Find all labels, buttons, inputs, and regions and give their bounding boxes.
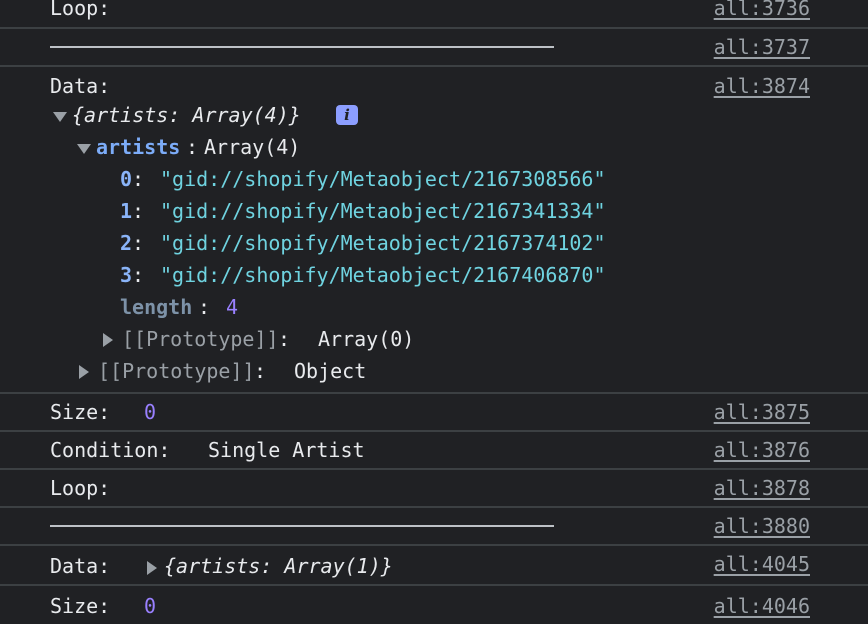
source-link[interactable]: all:3880 xyxy=(714,514,810,538)
log-row-separator: all:3737 xyxy=(0,29,868,67)
log-value: Single Artist xyxy=(208,438,365,462)
log-value: 0 xyxy=(144,400,157,424)
prototype-colon: : xyxy=(278,327,303,351)
expand-caret-down-icon[interactable] xyxy=(77,144,91,154)
index-colon: : xyxy=(132,199,157,223)
string-value: "gid://shopify/Metaobject/2167406870" xyxy=(160,263,606,287)
source-link[interactable]: all:3875 xyxy=(714,400,810,424)
prototype-value: Array(0) xyxy=(318,327,415,351)
log-label: Size: xyxy=(50,400,111,424)
log-row-size: Size: 0 all:4046 xyxy=(0,586,868,624)
array-index: 0 xyxy=(120,167,133,191)
log-row-condition: Condition: Single Artist all:3876 xyxy=(0,432,868,470)
log-label: Loop: xyxy=(50,0,111,20)
log-row-separator: all:3880 xyxy=(0,508,868,546)
property-key-artists[interactable]: artists xyxy=(96,135,180,159)
console-log: Loop: all:3736 all:3737 Data: all:3874 {… xyxy=(0,0,868,618)
separator-line xyxy=(50,46,554,48)
index-colon: : xyxy=(132,263,157,287)
string-value: "gid://shopify/Metaobject/2167341334" xyxy=(160,199,606,223)
length-key: length xyxy=(120,295,193,319)
property-type: Array(4) xyxy=(204,135,301,159)
expand-caret-right-icon[interactable] xyxy=(103,333,113,347)
source-link[interactable]: all:4045 xyxy=(714,552,810,576)
prototype-key[interactable]: [[Prototype]] xyxy=(122,327,279,351)
array-index: 3 xyxy=(120,263,133,287)
log-label: Size: xyxy=(50,594,111,618)
string-value: "gid://shopify/Metaobject/2167374102" xyxy=(160,231,606,255)
log-row-loop: Loop: all:3736 xyxy=(0,0,868,29)
index-colon: : xyxy=(132,231,157,255)
length-value: 4 xyxy=(226,295,239,319)
object-preview[interactable]: {artists: Array(1)} xyxy=(164,554,393,578)
prototype-value: Object xyxy=(294,359,367,383)
prototype-key[interactable]: [[Prototype]] xyxy=(98,359,255,383)
source-link[interactable]: all:3876 xyxy=(714,438,810,462)
source-link[interactable]: all:3874 xyxy=(714,74,810,98)
log-row-data-collapsed: Data: {artists: Array(1)} all:4045 xyxy=(0,546,868,586)
string-value: "gid://shopify/Metaobject/2167308566" xyxy=(160,167,606,191)
separator-line xyxy=(50,525,554,527)
expand-caret-right-icon[interactable] xyxy=(79,365,89,379)
source-link[interactable]: all:4046 xyxy=(714,594,810,618)
array-index: 2 xyxy=(120,231,133,255)
log-label: Condition: xyxy=(50,438,171,462)
length-colon: : xyxy=(198,295,223,319)
info-icon[interactable]: i xyxy=(336,105,358,125)
expand-caret-right-icon[interactable] xyxy=(147,561,157,575)
log-label: Data: xyxy=(50,554,111,578)
log-value: 0 xyxy=(144,594,157,618)
log-row-data-expanded: Data: all:3874 {artists: Array(4)} i art… xyxy=(0,67,868,394)
log-label: Loop: xyxy=(50,476,111,500)
source-link[interactable]: all:3737 xyxy=(714,35,810,59)
index-colon: : xyxy=(132,167,157,191)
expand-caret-down-icon[interactable] xyxy=(53,112,67,122)
prototype-colon: : xyxy=(254,359,279,383)
log-row-loop: Loop: all:3878 xyxy=(0,470,868,508)
log-label: Data: xyxy=(50,74,111,98)
object-preview[interactable]: {artists: Array(4)} xyxy=(72,103,301,127)
array-index: 1 xyxy=(120,199,133,223)
log-row-size: Size: 0 all:3875 xyxy=(0,394,868,432)
source-link[interactable]: all:3736 xyxy=(714,0,810,20)
source-link[interactable]: all:3878 xyxy=(714,476,810,500)
